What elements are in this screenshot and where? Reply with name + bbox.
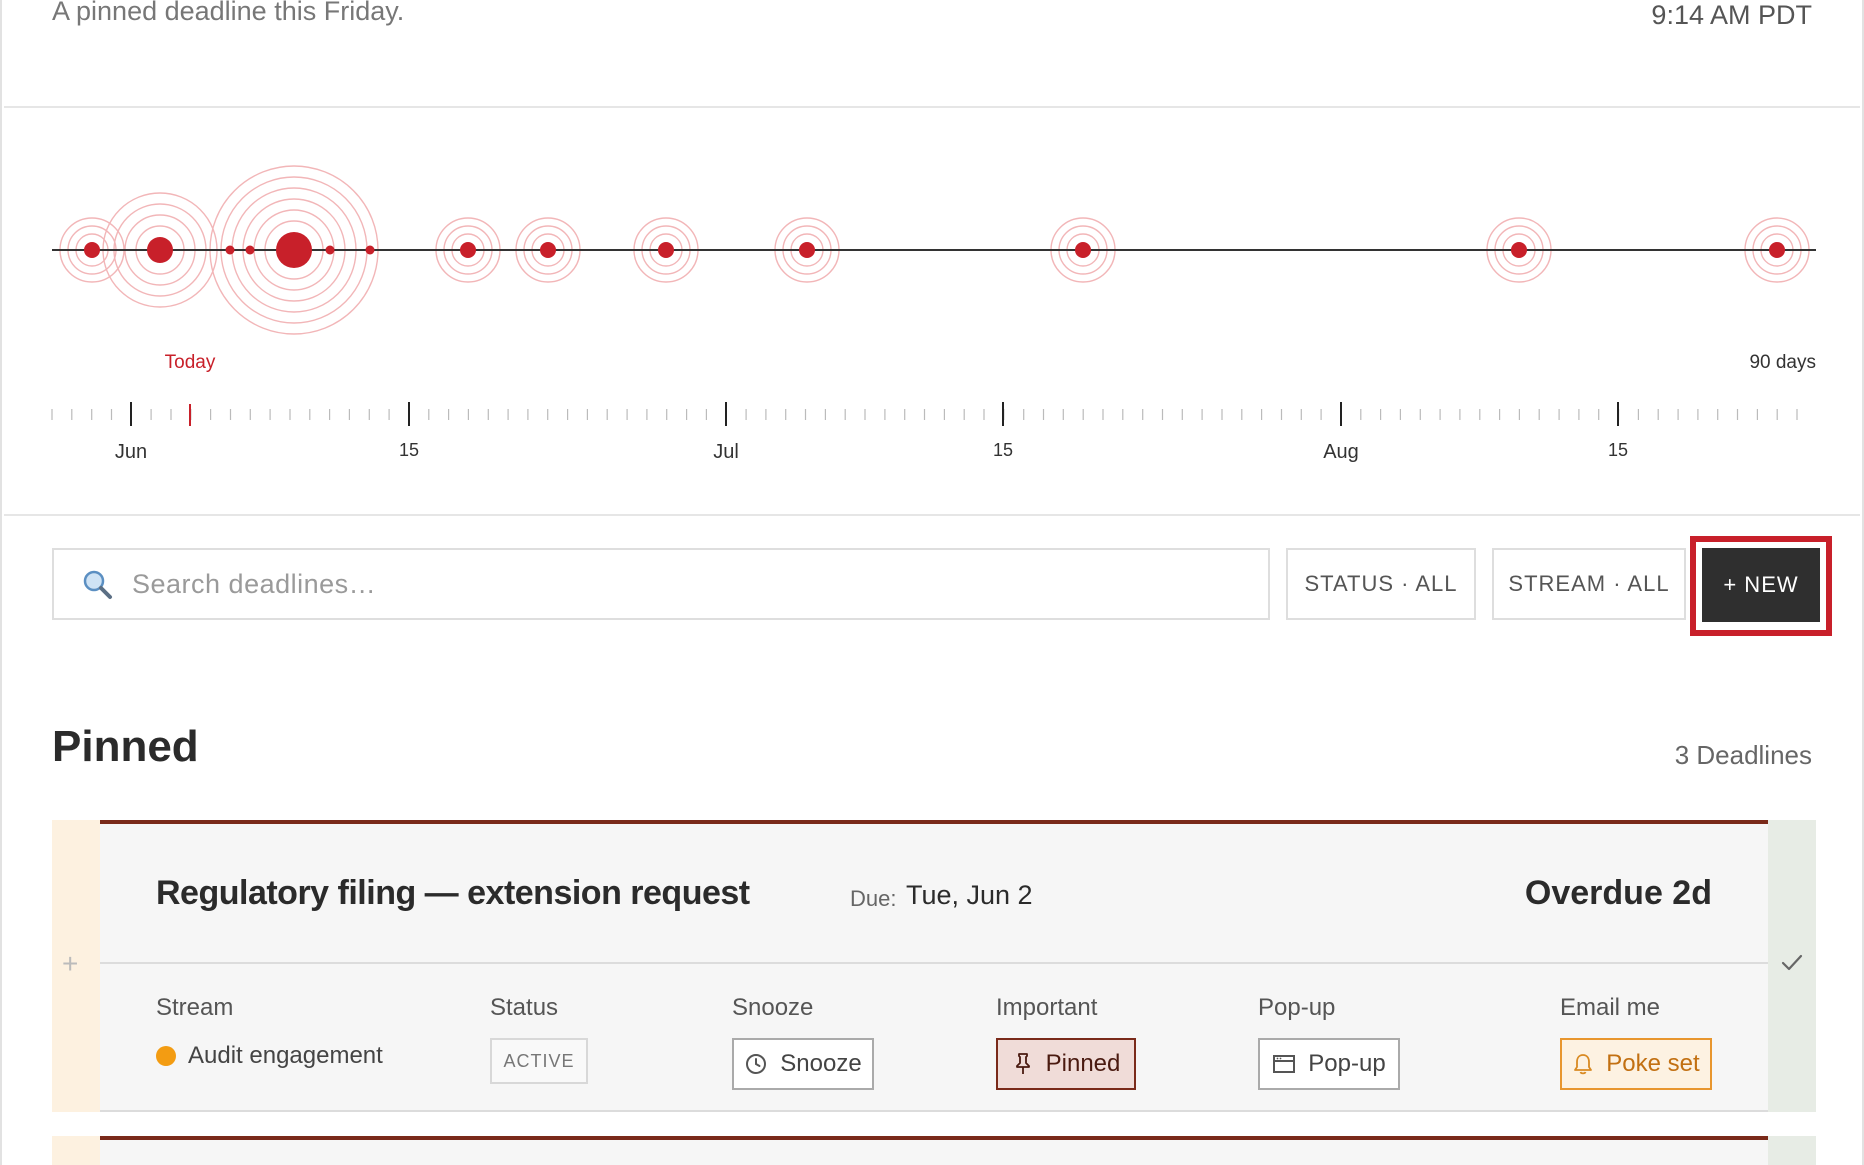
day-label-jun-15: 15: [399, 440, 419, 460]
card-title[interactable]: Regulatory filing — extension request: [156, 874, 750, 913]
app-frame: A pinned deadline this Friday. 9:14 AM P…: [0, 0, 1864, 1165]
status-label: Status: [490, 994, 559, 1021]
range-label: 90 days: [1749, 352, 1816, 373]
deadline-marker[interactable]: [1511, 242, 1527, 258]
deadline-count: 3 Deadlines: [1674, 740, 1812, 770]
next-deadline-card[interactable]: [100, 1136, 1768, 1165]
pinned-button[interactable]: Pinned: [996, 1038, 1136, 1090]
deadline-marker[interactable]: [460, 242, 476, 258]
next-card-gutter: [52, 1136, 100, 1165]
deadline-marker[interactable]: [540, 242, 556, 258]
page-subtitle: A pinned deadline this Friday.: [52, 0, 405, 26]
deadline-marker[interactable]: [658, 242, 674, 258]
day-label-jul-15: 15: [993, 440, 1013, 460]
today-label: Today: [165, 352, 216, 373]
snooze-label: Snooze: [732, 994, 814, 1021]
checkmark-icon[interactable]: [1778, 948, 1806, 981]
section-title: Pinned: [52, 722, 199, 771]
popup-button[interactable]: Pop-up: [1258, 1038, 1400, 1090]
deadline-marker-small[interactable]: [365, 245, 375, 255]
day-label-aug-15: 15: [1608, 440, 1628, 460]
month-label-jul: Jul: [713, 441, 739, 463]
due-date: Tue, Jun 2: [906, 880, 1033, 910]
window-icon: [1273, 1055, 1296, 1073]
popup-button-label: Pop-up: [1308, 1050, 1386, 1077]
search-icon: [80, 567, 114, 601]
deadline-card: Regulatory filing — extension request Du…: [100, 820, 1768, 1112]
clock-icon: [746, 1054, 767, 1074]
month-label-aug: Aug: [1323, 441, 1359, 463]
status-filter-button[interactable]: STATUS · ALL: [1286, 548, 1476, 620]
deadline-marker-small[interactable]: [325, 245, 335, 255]
deadline-marker-small[interactable]: [245, 245, 255, 255]
search-input[interactable]: [132, 568, 1232, 600]
important-label: Important: [996, 994, 1098, 1021]
snooze-button-label: Snooze: [780, 1050, 862, 1077]
deadline-marker[interactable]: [147, 237, 173, 263]
deadline-marker[interactable]: [1769, 242, 1785, 258]
pin-icon: [1015, 1053, 1030, 1074]
email-label: Email me: [1560, 994, 1661, 1021]
deadline-timeline: Today 90 days Jun 15 Jul 15 Aug 15: [2, 108, 1864, 514]
deadline-marker[interactable]: [276, 232, 312, 268]
new-deadline-button[interactable]: + NEW: [1702, 548, 1820, 622]
stream-name: Audit engagement: [188, 1042, 383, 1069]
poke-set-button[interactable]: Poke set: [1560, 1038, 1712, 1090]
snooze-button[interactable]: Snooze: [732, 1038, 874, 1090]
deadline-marker[interactable]: [1075, 242, 1091, 258]
current-time: 9:14 AM PDT: [1651, 0, 1812, 30]
plus-icon[interactable]: +: [62, 948, 78, 980]
card-header: Regulatory filing — extension request Du…: [100, 824, 1768, 964]
stream-value: Audit engagement: [156, 1042, 383, 1070]
stream-color-dot: [156, 1046, 176, 1066]
deadline-marker[interactable]: [84, 242, 100, 258]
next-card-complete-gutter: [1768, 1136, 1816, 1165]
month-label-jun: Jun: [115, 441, 147, 463]
poke-set-button-label: Poke set: [1606, 1050, 1700, 1077]
deadline-marker[interactable]: [799, 242, 815, 258]
popup-label: Pop-up: [1258, 994, 1336, 1021]
stream-filter-button[interactable]: STREAM · ALL: [1492, 548, 1686, 620]
overdue-status: Overdue 2d: [1524, 874, 1712, 912]
timeline-divider: [4, 514, 1860, 516]
status-badge: ACTIVE: [490, 1038, 588, 1084]
search-box[interactable]: [52, 548, 1270, 620]
pinned-button-label: Pinned: [1045, 1050, 1121, 1077]
timeline-canvas: Today 90 days Jun 15 Jul 15 Aug 15: [51, 165, 1816, 463]
stream-label: Stream: [156, 994, 234, 1021]
bell-icon: [1574, 1054, 1593, 1075]
card-expand-gutter[interactable]: +: [52, 820, 100, 1112]
card-complete-gutter[interactable]: [1768, 820, 1816, 1112]
due-label: Due:: [850, 886, 897, 911]
deadline-marker-small[interactable]: [225, 245, 235, 255]
